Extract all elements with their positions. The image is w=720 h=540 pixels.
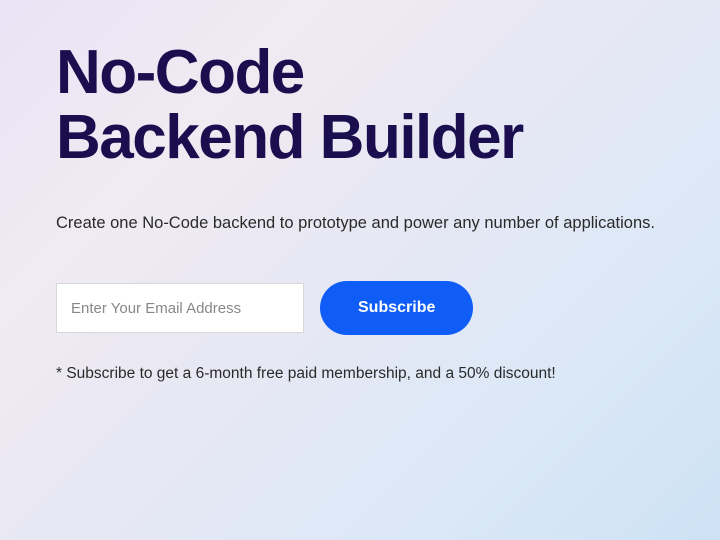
- disclaimer-text: * Subscribe to get a 6-month free paid m…: [56, 365, 664, 383]
- subscribe-form: Subscribe: [56, 281, 664, 335]
- hero-title-line2: Backend Builder: [56, 103, 523, 172]
- hero-title: No-Code Backend Builder: [56, 40, 664, 170]
- hero-title-line1: No-Code: [56, 38, 304, 107]
- email-field[interactable]: [56, 283, 304, 333]
- hero-subtitle: Create one No-Code backend to prototype …: [56, 214, 664, 233]
- subscribe-button[interactable]: Subscribe: [320, 281, 473, 335]
